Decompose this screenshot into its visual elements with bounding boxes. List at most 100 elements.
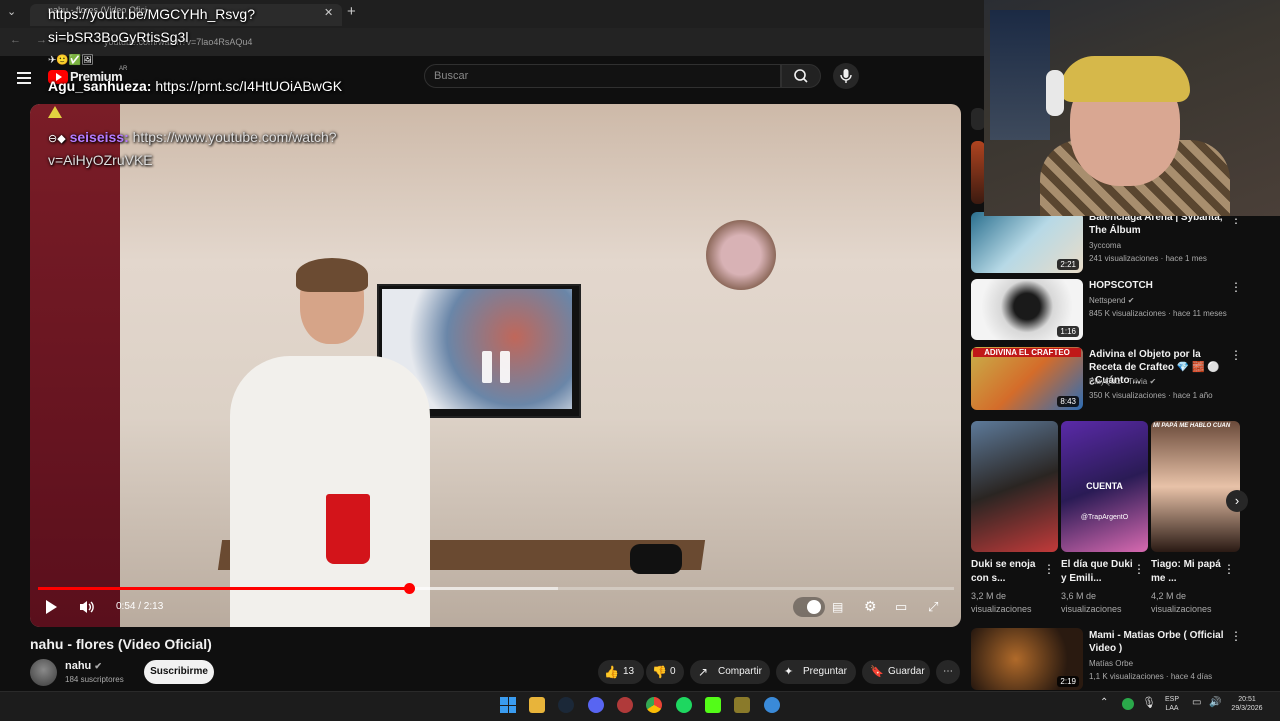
sidebar-video-title[interactable]: HOPSCOTCH — [1089, 279, 1227, 292]
more-vert-icon[interactable]: ⋮ — [1223, 562, 1235, 576]
start-windows-icon[interactable] — [500, 697, 516, 713]
short-views: 3,6 M de visualizaciones — [1061, 591, 1122, 614]
app-icon[interactable] — [734, 697, 750, 713]
language-code: ESP — [1164, 696, 1179, 703]
steam-icon[interactable] — [558, 697, 574, 713]
more-vert-icon[interactable]: ⋮ — [1230, 629, 1242, 643]
pause-overlay-icon[interactable] — [482, 351, 514, 383]
short-title[interactable]: Tiago: Mi papá me ... — [1151, 558, 1231, 586]
short-thumb[interactable] — [971, 421, 1058, 552]
video-scene-person-hair — [296, 258, 368, 292]
chat-emote-icons: ✈🙂✅🖼 — [48, 55, 94, 66]
short-thumb-caption: MI PAPÁ ME HABLO CUAN — [1153, 423, 1231, 429]
search-icon — [794, 69, 808, 83]
dislike-button[interactable]: 👎 0 — [646, 660, 684, 684]
subtitles-icon[interactable]: ▤ — [832, 600, 843, 614]
video-scene-speaker — [630, 544, 682, 574]
theater-mode-icon[interactable]: ▭ — [895, 599, 907, 615]
short-thumb[interactable]: CUENTA @TrapArgentO — [1061, 421, 1148, 552]
short-thumb-tag: @TrapArgentO — [1080, 514, 1129, 521]
more-vert-icon[interactable]: ⋮ — [1230, 280, 1242, 294]
sidebar-video-channel[interactable]: PlayQuiz - Trivia ✔ — [1089, 377, 1156, 386]
sparkle-icon: ✦ — [784, 666, 794, 678]
channel-avatar[interactable] — [30, 659, 57, 686]
chat-user: seiseiss: — [69, 129, 129, 145]
sidebar-video-channel[interactable]: Matías Orbe — [1089, 659, 1133, 668]
tray-mic-icon[interactable]: 🎙 — [1142, 696, 1156, 709]
sidebar-video-thumb[interactable]: 2:19 — [971, 628, 1083, 690]
duration-badge: 2:19 — [1057, 676, 1079, 687]
ask-button[interactable]: ✦ Preguntar — [776, 660, 856, 684]
settings-gear-icon[interactable]: ⚙ — [864, 598, 877, 615]
volume-icon[interactable] — [78, 599, 96, 615]
sidebar-video-channel[interactable]: 3yccoma — [1089, 241, 1121, 250]
chat-line-4: ⊖◆ seiseiss: https://www.youtube.com/wat… — [48, 129, 337, 145]
search-button[interactable] — [781, 64, 821, 88]
language-indicator[interactable]: ESP LAA — [1160, 695, 1184, 713]
tab-list-chevron-icon[interactable]: ⌄ — [7, 5, 16, 18]
like-button[interactable]: 👍 13 — [598, 660, 644, 684]
tab-close-icon[interactable]: ✕ — [324, 6, 333, 19]
sidebar-thumb-partial[interactable] — [971, 141, 985, 204]
save-button[interactable]: 🔖 Guardar — [862, 660, 930, 684]
progress-played — [38, 587, 409, 590]
video-player[interactable] — [30, 104, 961, 627]
subscribe-button[interactable]: Suscribirme — [144, 660, 214, 684]
progress-scrubber[interactable] — [404, 583, 415, 594]
verified-icon: ✔ — [1127, 296, 1135, 305]
more-actions-icon[interactable]: ⋯ — [936, 660, 960, 684]
play-icon[interactable] — [46, 600, 57, 614]
short-title[interactable]: El día que Duki y Emili... — [1061, 558, 1141, 586]
sidebar-video-channel[interactable]: Nettspend ✔ — [1089, 296, 1134, 305]
search-input[interactable] — [424, 64, 781, 88]
kick-icon[interactable] — [705, 697, 721, 713]
spotify-icon[interactable] — [676, 697, 692, 713]
sidebar-video-thumb[interactable]: ADIVINA EL CRAFTEO 8:43 — [971, 347, 1083, 410]
clock-widget[interactable]: 20:51 29/3/2026 — [1226, 695, 1268, 713]
chrome-icon[interactable] — [646, 697, 662, 713]
chat-user: Agu_sanhueza: — [48, 78, 152, 94]
network-icon[interactable]: ▭ — [1192, 697, 1201, 708]
channel-name[interactable]: nahu ✔ — [65, 660, 102, 672]
thumbs-up-icon: 👍 — [604, 665, 619, 679]
like-count: 13 — [623, 666, 635, 677]
more-vert-icon[interactable]: ⋮ — [1133, 562, 1145, 576]
voice-search-button[interactable] — [833, 63, 859, 89]
more-vert-icon[interactable]: ⋮ — [1230, 348, 1242, 362]
save-label: Guardar — [888, 666, 925, 677]
sidebar-video-title[interactable]: Mami - Matias Orbe ( Official Video ) — [1089, 629, 1227, 655]
sidebar-video-channel-text: PlayQuiz - Trivia — [1089, 377, 1148, 386]
menu-icon[interactable] — [17, 69, 31, 87]
dislike-count: 0 — [670, 666, 676, 677]
sidebar-video-thumb[interactable]: 2:21 — [971, 212, 1083, 273]
sidebar-video-meta: 241 visualizaciones · hace 1 mes — [1089, 254, 1207, 263]
channel-name-text: nahu — [65, 660, 92, 672]
forward-arrow-icon[interactable]: → — [36, 34, 47, 46]
short-title[interactable]: Duki se enoja con s... — [971, 558, 1051, 586]
windows-taskbar — [0, 691, 1280, 721]
back-arrow-icon[interactable]: ← — [10, 34, 21, 46]
short-views: 3,2 M de visualizaciones — [971, 591, 1032, 614]
volume-tray-icon[interactable]: 🔊 — [1209, 697, 1221, 708]
clock-date: 29/3/2026 — [1231, 705, 1263, 712]
file-explorer-icon[interactable] — [529, 697, 545, 713]
webcam-window — [990, 10, 1050, 140]
short-thumb[interactable]: MI PAPÁ ME HABLO CUAN — [1151, 421, 1240, 552]
discord-icon[interactable] — [588, 697, 604, 713]
video-scene-red-cup — [326, 494, 370, 564]
app-icon[interactable] — [764, 697, 780, 713]
verified-icon: ✔ — [94, 661, 102, 671]
tray-app-icon[interactable] — [1122, 698, 1134, 710]
sidebar-video-thumb[interactable]: 1:16 — [971, 279, 1083, 340]
new-tab-icon[interactable]: + — [347, 3, 356, 20]
app-icon[interactable] — [617, 697, 633, 713]
autoplay-toggle[interactable] — [793, 597, 825, 617]
fullscreen-icon[interactable]: ⤢ — [928, 599, 938, 615]
shorts-next-button[interactable]: › — [1226, 490, 1248, 512]
tray-chevron-icon[interactable]: ⌃ — [1100, 697, 1108, 708]
share-button[interactable]: ↗ Compartir — [690, 660, 770, 684]
video-scene-clock — [706, 220, 776, 290]
sidebar-video-meta: 350 K visualizaciones · hace 1 año — [1089, 391, 1213, 400]
more-vert-icon[interactable]: ⋮ — [1043, 562, 1055, 576]
sidebar-chip[interactable] — [971, 108, 985, 130]
